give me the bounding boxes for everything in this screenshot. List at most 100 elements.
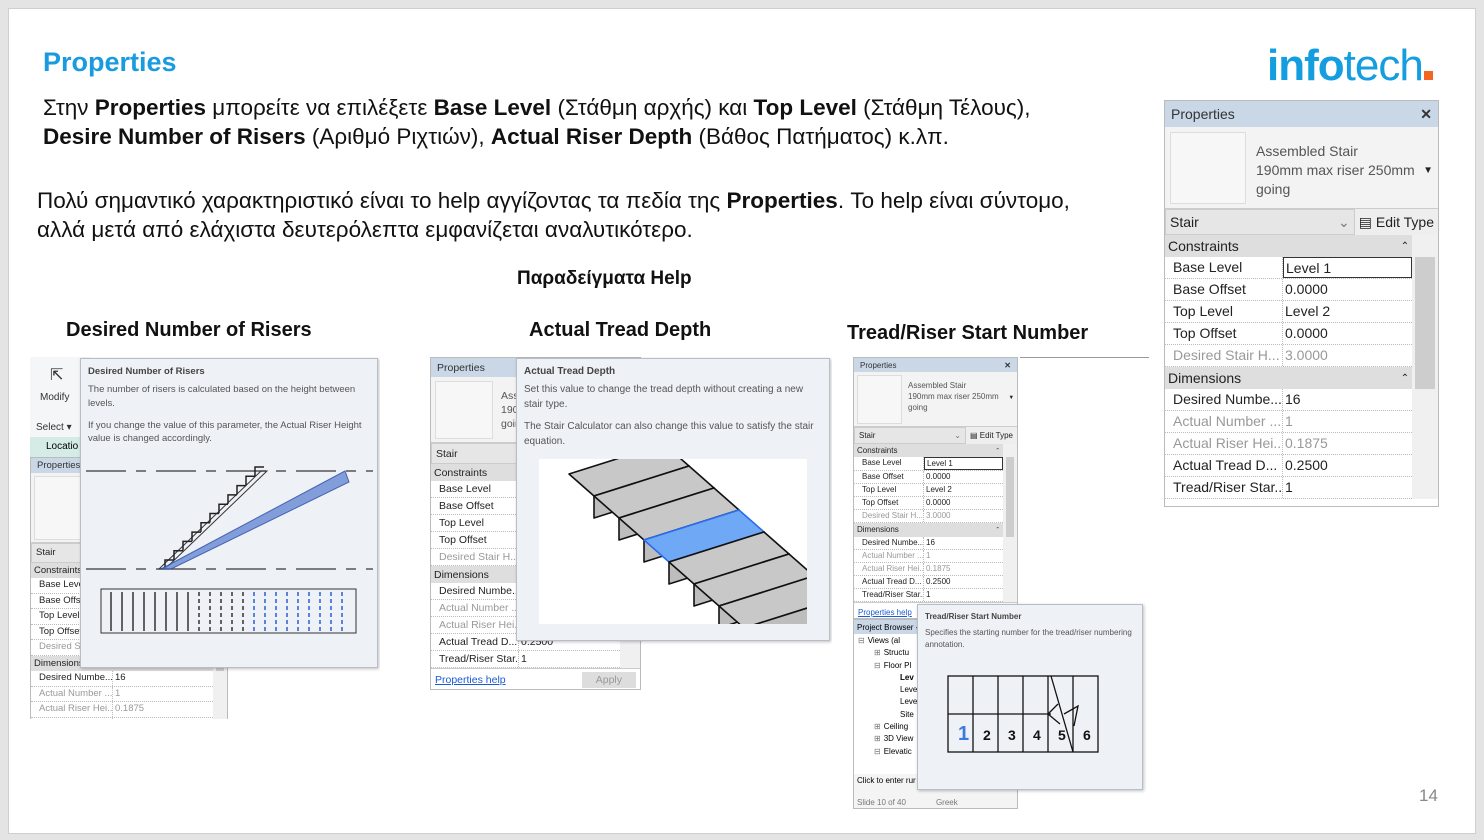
property-label: Tread/Riser Star... — [1165, 477, 1283, 498]
expand-icon[interactable]: ⊞ — [874, 648, 881, 657]
example-title-risers: Desired Number of Risers — [66, 319, 312, 341]
tread-number: 1 — [958, 723, 969, 745]
group-title: Constraints — [434, 466, 488, 479]
properties-help-link[interactable]: Properties help — [435, 674, 506, 686]
tree-item-label: Structu — [883, 648, 910, 658]
property-value[interactable]: Level 2 — [924, 484, 1003, 496]
collapse-icon[interactable]: ⌃ — [995, 448, 1000, 454]
scrollbar[interactable] — [1412, 235, 1438, 499]
scrollbar[interactable] — [1003, 444, 1017, 603]
close-icon[interactable]: ✕ — [1420, 106, 1432, 123]
property-value[interactable]: 16 — [113, 671, 213, 686]
property-row[interactable]: Actual Number ...1 — [1165, 411, 1412, 433]
apply-button[interactable]: Apply — [581, 672, 636, 688]
property-row[interactable]: Top Offset0.0000 — [1165, 323, 1412, 345]
property-value[interactable]: 0.2500 — [113, 718, 213, 720]
property-row[interactable]: Desired Numbe...16 — [31, 671, 213, 687]
scrollbar-thumb[interactable] — [1006, 457, 1014, 537]
canvas-area — [1020, 357, 1149, 607]
property-row[interactable]: Top LevelLevel 2 — [854, 483, 1003, 497]
type-selector[interactable]: Assembled Stair190mm max riser 250mmgoin… — [854, 372, 1017, 427]
property-row[interactable]: Base LevelLevel 1 — [1165, 257, 1412, 279]
modify-button[interactable]: Modify — [40, 392, 69, 403]
property-value[interactable]: 0.2500 — [1283, 455, 1412, 476]
properties-help-link[interactable]: Properties help — [858, 608, 912, 617]
property-value[interactable]: Level 1 — [924, 457, 1003, 470]
dropdown-arrow-icon[interactable]: ▼ — [1008, 375, 1014, 401]
text-run: (Βάθος Πατήματος) κ.λπ. — [692, 124, 949, 149]
example-title-tread-depth: Actual Tread Depth — [529, 319, 712, 341]
property-row[interactable]: Desired Numbe...16 — [854, 536, 1003, 550]
select-dropdown[interactable]: Select ▾ — [36, 422, 72, 433]
property-value[interactable]: 1 — [1283, 477, 1412, 498]
property-row[interactable]: Desired Numbe...16 — [1165, 389, 1412, 411]
type-name-line: Assembled Stair — [1256, 143, 1358, 159]
property-label: Desired Stair H... — [1165, 345, 1283, 366]
property-row[interactable]: Actual Riser Hei...0.1875 — [854, 562, 1003, 577]
category-row: Stair ⌄ ▤ Edit Type — [1165, 209, 1438, 235]
collapse-icon[interactable]: ⌃ — [1401, 373, 1409, 384]
edit-type-button[interactable]: ▤ Edit Type — [1355, 214, 1438, 231]
bold-term: Properties — [726, 188, 838, 213]
category-filter-dropdown[interactable]: Stair ⌄ — [854, 427, 966, 445]
group-header-dimensions[interactable]: Dimensions ⌃ — [1165, 367, 1412, 389]
collapse-icon[interactable]: ⊟ — [874, 747, 881, 756]
property-row[interactable]: Actual Riser Hei...0.1875 — [1165, 433, 1412, 455]
property-value[interactable]: 0.2500 — [924, 576, 1003, 588]
property-row[interactable]: Actual Number ...1 — [31, 686, 213, 702]
property-value[interactable]: 0.0000 — [1283, 323, 1412, 344]
edit-type-button[interactable]: ▤ Edit Type — [966, 431, 1017, 440]
property-value[interactable]: 16 — [924, 537, 1003, 549]
property-row[interactable]: Top Offset0.0000 — [854, 496, 1003, 511]
tread-number: 2 — [983, 727, 991, 743]
property-row[interactable]: Base LevelLevel 1 — [854, 457, 1003, 471]
property-row[interactable]: Desired Stair H...3.0000 — [854, 510, 1003, 524]
scrollbar-thumb[interactable] — [1415, 257, 1435, 389]
property-row[interactable]: Base Offset0.0000 — [854, 470, 1003, 484]
category-filter-dropdown[interactable]: Stair ⌄ — [1165, 209, 1355, 235]
group-header-dimensions[interactable]: Dimensions ⌃ — [854, 523, 1003, 537]
property-row[interactable]: Desired Stair H...3.0000 — [1165, 345, 1412, 367]
property-value[interactable]: 0.0000 — [1283, 279, 1412, 300]
dropdown-arrow-icon[interactable]: ▼ — [1423, 132, 1433, 176]
group-header-constraints[interactable]: Constraints ⌃ — [854, 444, 1003, 458]
property-row[interactable]: Actual Tread D...0.2500 — [1165, 455, 1412, 477]
text-run: (Αριθμό Ριχτιών), — [305, 124, 491, 149]
property-row[interactable]: Tread/Riser Star... 1 — [1165, 477, 1412, 499]
property-row[interactable]: Tread/Riser Star... 1 — [854, 589, 1003, 603]
properties-panel-large: Properties ✕ Assembled Stair 190mm max rise… — [1164, 100, 1439, 507]
property-row[interactable]: Top LevelLevel 2 — [1165, 301, 1412, 323]
property-value[interactable]: 0.0000 — [924, 471, 1003, 483]
tread-number: 5 — [1058, 727, 1066, 743]
tree-item-label: 3D View — [883, 734, 914, 744]
collapse-icon[interactable]: ⊟ — [874, 661, 881, 670]
property-row[interactable]: Base Offset0.0000 — [1165, 279, 1412, 301]
property-row[interactable]: Tread/Riser Star... 1 — [431, 651, 620, 668]
property-value[interactable]: 0.0000 — [924, 497, 1003, 509]
property-label: Actual Tread D... — [431, 634, 519, 650]
expand-icon[interactable]: ⊞ — [874, 734, 881, 743]
collapse-icon[interactable]: ⊟ — [858, 636, 865, 645]
group-header-constraints[interactable]: Constraints ⌃ — [1165, 235, 1412, 257]
collapse-icon[interactable]: ⌃ — [1401, 241, 1409, 252]
risers-diagram — [86, 466, 373, 634]
property-row[interactable]: Actual Number ...1 — [854, 549, 1003, 563]
property-value[interactable]: 1 — [924, 589, 1003, 601]
close-icon[interactable]: ✕ — [1004, 361, 1011, 370]
property-value[interactable]: 1 — [519, 651, 620, 667]
property-label: Top Level — [1165, 301, 1283, 322]
property-value[interactable]: 16 — [1283, 389, 1412, 410]
property-value[interactable]: Level 2 — [1283, 301, 1412, 322]
expand-icon[interactable]: ⊞ — [874, 722, 881, 731]
collapse-icon[interactable]: ⌃ — [995, 527, 1000, 533]
panel-footer: Properties help Apply — [431, 668, 640, 689]
property-row[interactable]: Actual Riser Hei...0.1875 — [31, 702, 213, 718]
tree-item-label: Floor Pl — [883, 660, 912, 670]
property-value[interactable]: Level 1 — [1283, 257, 1412, 278]
steep-stair-step — [218, 503, 228, 514]
tree-item-label: Lev — [900, 672, 914, 682]
property-row[interactable]: Actual Tread D...0.2500 — [31, 717, 213, 720]
type-selector[interactable]: Assembled Stair190mm max riser 250mmgoin… — [1165, 127, 1438, 209]
tooltip-title: Tread/Riser Start Number — [925, 612, 1022, 621]
property-row[interactable]: Actual Tread D...0.2500 — [854, 576, 1003, 590]
